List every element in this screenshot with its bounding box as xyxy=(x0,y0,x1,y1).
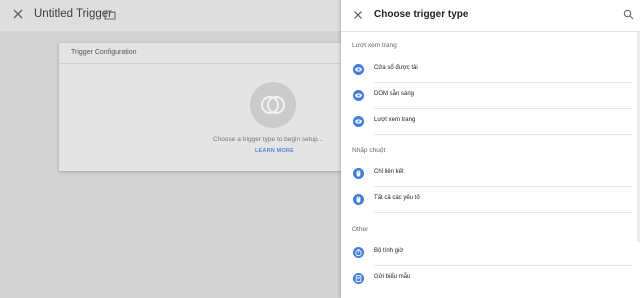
trigger-option-label: Gửi biểu mẫu xyxy=(374,274,411,280)
learn-more-link[interactable]: LEARN MORE xyxy=(255,148,294,154)
trigger-option-label: Bộ tính giờ xyxy=(374,248,404,254)
trigger-option-all-elements[interactable]: Tất cả các yếu tố xyxy=(341,187,632,213)
panel-title: Choose trigger type xyxy=(374,9,469,20)
search-icon[interactable] xyxy=(623,9,634,20)
trigger-option-label: DOM sẵn sàng xyxy=(374,91,415,97)
trigger-option-label: Chỉ liên kết xyxy=(374,169,404,175)
trigger-title[interactable]: Untitled Trigger xyxy=(34,8,112,20)
setup-prompt: Choose a trigger type to begin setup... xyxy=(213,136,324,143)
eye-icon xyxy=(353,116,364,127)
close-panel-icon[interactable] xyxy=(353,10,363,20)
choose-trigger-panel: Choose trigger type Lượt xem trang Cửa s… xyxy=(341,0,640,298)
section-other: Other xyxy=(352,226,369,233)
trigger-option-label: Lượt xem trang xyxy=(374,117,416,123)
eye-icon xyxy=(353,64,364,75)
card-heading: Trigger Configuration xyxy=(71,49,137,56)
trigger-type-placeholder[interactable] xyxy=(250,82,296,128)
trigger-option-form-submission[interactable]: Gửi biểu mẫu xyxy=(341,266,631,292)
trigger-option-label: Cửa sổ được tải xyxy=(374,65,418,71)
divider xyxy=(374,212,632,213)
trigger-option-page-view[interactable]: Lượt xem trang xyxy=(341,109,632,135)
panel-header: Choose trigger type xyxy=(341,0,640,32)
eye-icon xyxy=(353,90,364,101)
folder-icon[interactable] xyxy=(104,9,116,20)
trigger-icon xyxy=(261,96,285,114)
timer-icon xyxy=(353,247,364,258)
divider xyxy=(374,134,632,135)
card-divider xyxy=(59,63,349,64)
trigger-option-just-links[interactable]: Chỉ liên kết xyxy=(341,161,632,187)
trigger-configuration-card: Trigger Configuration Choose a trigger t… xyxy=(59,43,349,171)
form-submit-icon xyxy=(353,273,364,284)
mouse-icon xyxy=(353,168,364,179)
section-page-view: Lượt xem trang xyxy=(352,42,397,49)
mouse-icon xyxy=(353,194,364,205)
trigger-option-label: Tất cả các yếu tố xyxy=(374,195,420,201)
trigger-option-window-loaded[interactable]: Cửa sổ được tải xyxy=(341,57,632,83)
section-click: Nhấp chuột xyxy=(352,147,386,154)
trigger-option-timer[interactable]: Bộ tính giờ xyxy=(341,240,632,266)
trigger-option-dom-ready[interactable]: DOM sẵn sàng xyxy=(341,83,632,109)
close-icon[interactable] xyxy=(12,8,24,20)
